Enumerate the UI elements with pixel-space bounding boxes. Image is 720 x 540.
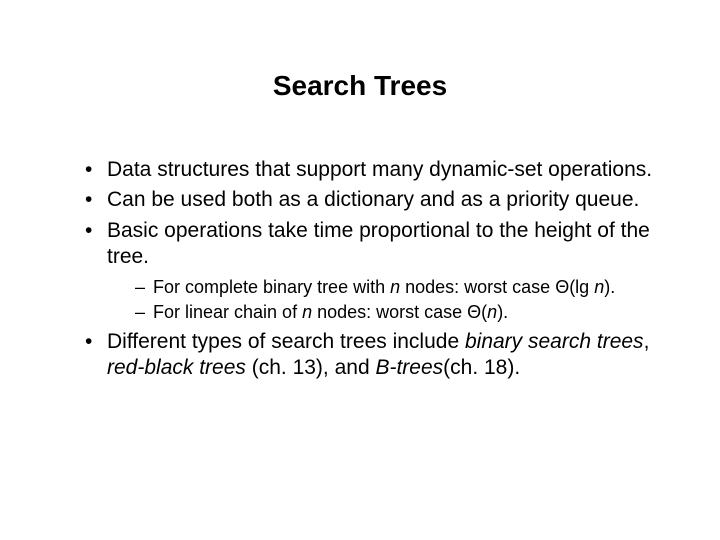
var-n: n xyxy=(390,277,400,297)
term-red-black-trees: red-black trees xyxy=(107,356,246,379)
var-n: n xyxy=(302,302,312,322)
text: Different types of search trees include xyxy=(107,330,465,353)
sub-bullet-list: For complete binary tree with n nodes: w… xyxy=(107,276,665,323)
text: nodes: worst case xyxy=(312,302,467,322)
bullet-item: Can be used both as a dictionary and as … xyxy=(85,187,665,213)
text: ). xyxy=(497,302,508,322)
var-n: n xyxy=(594,277,604,297)
var-n: n xyxy=(487,302,497,322)
bullet-list: Data structures that support many dynami… xyxy=(55,157,665,382)
text: For complete binary tree with xyxy=(153,277,390,297)
text: For linear chain of xyxy=(153,302,302,322)
term-b-trees: B-trees xyxy=(375,356,443,379)
bullet-item: Data structures that support many dynami… xyxy=(85,157,665,183)
theta: Θ( xyxy=(467,302,487,322)
text: nodes: worst case xyxy=(400,277,555,297)
slide: Search Trees Data structures that suppor… xyxy=(0,0,720,540)
text: ). xyxy=(604,277,615,297)
bullet-item: Basic operations take time proportional … xyxy=(85,218,665,324)
sub-bullet-item: For complete binary tree with n nodes: w… xyxy=(135,276,665,299)
bullet-item: Different types of search trees include … xyxy=(85,329,665,382)
bullet-text: Basic operations take time proportional … xyxy=(107,219,650,268)
text: (ch. 13), and xyxy=(246,356,376,379)
theta: Θ(lg xyxy=(555,277,594,297)
text: , xyxy=(644,330,650,353)
text: (ch. 18). xyxy=(443,356,520,379)
sub-bullet-item: For linear chain of n nodes: worst case … xyxy=(135,301,665,324)
slide-title: Search Trees xyxy=(55,70,665,102)
term-binary-search-trees: binary search trees xyxy=(465,330,644,353)
